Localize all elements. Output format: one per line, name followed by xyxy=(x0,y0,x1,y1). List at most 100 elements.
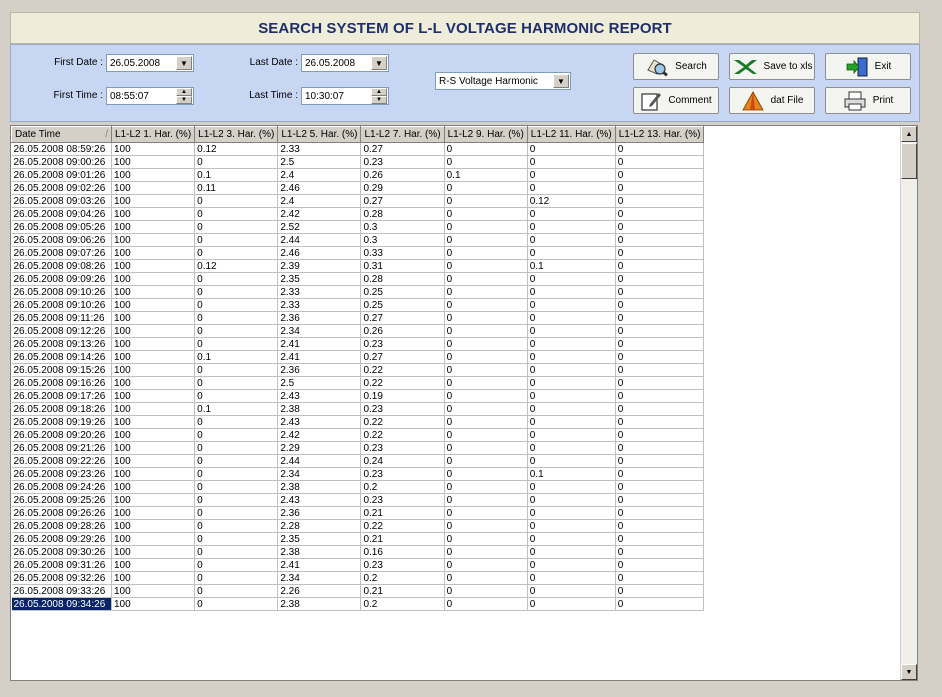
harmonic-cell[interactable]: 0 xyxy=(615,350,705,364)
harmonic-cell[interactable]: 0 xyxy=(615,168,705,182)
harmonic-cell[interactable]: 0 xyxy=(444,493,528,507)
harmonic-cell[interactable]: 0.26 xyxy=(360,324,445,338)
table-row[interactable]: 26.05.2008 09:10:26 100 0 2.33 0.25 0 0 0 xyxy=(11,285,705,299)
harmonic-cell[interactable]: 0 xyxy=(194,415,279,429)
table-row[interactable]: 26.05.2008 09:17:26 100 0 2.43 0.19 0 0 0 xyxy=(11,389,705,403)
harmonic-cell[interactable]: 100 xyxy=(111,532,196,546)
spin-down-icon[interactable]: ▼ xyxy=(176,96,192,104)
datetime-cell[interactable]: 26.05.2008 09:26:26 xyxy=(11,506,112,520)
harmonic-cell[interactable]: 0 xyxy=(194,363,279,377)
harmonic-cell[interactable]: 2.43 xyxy=(277,493,362,507)
harmonic-cell[interactable]: 0.16 xyxy=(360,545,445,559)
harmonic-cell[interactable]: 0 xyxy=(194,441,279,455)
harmonic-cell[interactable]: 0 xyxy=(444,545,528,559)
table-row[interactable]: 26.05.2008 09:18:26 100 0.1 2.38 0.23 0 0 0 xyxy=(11,402,705,416)
table-row[interactable]: 26.05.2008 09:14:26 100 0.1 2.41 0.27 0 0 0 xyxy=(11,350,705,364)
harmonic-cell[interactable]: 2.29 xyxy=(277,441,362,455)
harmonic-cell[interactable]: 0 xyxy=(444,285,528,299)
harmonic-cell[interactable]: 0 xyxy=(444,259,528,273)
harmonic-cell[interactable]: 0 xyxy=(444,519,528,533)
column-header[interactable]: L1-L2 9. Har. (%) xyxy=(443,126,528,143)
harmonic-cell[interactable]: 2.38 xyxy=(277,480,362,494)
harmonic-cell[interactable]: 0.11 xyxy=(194,181,279,195)
harmonic-cell[interactable]: 0 xyxy=(527,311,616,325)
table-row[interactable]: 26.05.2008 09:00:26 100 0 2.5 0.23 0 0 0 xyxy=(11,155,705,169)
data-grid[interactable]: Date Time / L1-L2 1. Har. (%) L1-L2 3. Har.… xyxy=(10,125,918,681)
harmonic-cell[interactable]: 0 xyxy=(615,155,705,169)
harmonic-cell[interactable]: 0 xyxy=(444,376,528,390)
datetime-cell[interactable]: 26.05.2008 09:10:26 xyxy=(11,298,112,312)
datetime-cell[interactable]: 26.05.2008 09:11:26 xyxy=(11,311,112,325)
harmonic-cell[interactable]: 0.21 xyxy=(360,532,445,546)
harmonic-cell[interactable]: 2.34 xyxy=(277,324,362,338)
table-row[interactable]: 26.05.2008 09:13:26 100 0 2.41 0.23 0 0 0 xyxy=(11,337,705,351)
harmonic-cell[interactable]: 0 xyxy=(444,389,528,403)
datetime-cell[interactable]: 26.05.2008 09:28:26 xyxy=(11,519,112,533)
harmonic-cell[interactable]: 0.21 xyxy=(360,584,445,598)
harmonic-cell[interactable]: 0 xyxy=(527,428,616,442)
harmonic-cell[interactable]: 2.46 xyxy=(277,181,362,195)
harmonic-cell[interactable]: 0 xyxy=(527,402,616,416)
harmonic-cell[interactable]: 0.2 xyxy=(360,597,445,611)
harmonic-cell[interactable]: 0 xyxy=(194,532,279,546)
spin-up-icon[interactable]: ▲ xyxy=(371,88,387,96)
table-row[interactable]: 26.05.2008 09:02:26 100 0.11 2.46 0.29 0 0 0 xyxy=(11,181,705,195)
harmonic-cell[interactable]: 0.33 xyxy=(360,246,445,260)
harmonic-cell[interactable]: 0 xyxy=(194,311,279,325)
harmonic-cell[interactable]: 0 xyxy=(527,493,616,507)
table-row[interactable]: 26.05.2008 09:10:26 100 0 2.33 0.25 0 0 0 xyxy=(11,298,705,312)
harmonic-cell[interactable]: 0 xyxy=(444,584,528,598)
harmonic-cell[interactable]: 0 xyxy=(527,142,616,156)
harmonic-cell[interactable]: 0 xyxy=(615,480,705,494)
harmonic-cell[interactable]: 0 xyxy=(194,428,279,442)
harmonic-cell[interactable]: 0 xyxy=(444,233,528,247)
column-header[interactable]: L1-L2 3. Har. (%) xyxy=(194,126,279,143)
table-row[interactable]: 26.05.2008 09:30:26 100 0 2.38 0.16 0 0 0 xyxy=(11,545,705,559)
harmonic-cell[interactable]: 100 xyxy=(111,415,196,429)
harmonic-cell[interactable]: 0 xyxy=(444,207,528,221)
harmonic-cell[interactable]: 0 xyxy=(194,597,279,611)
datetime-cell[interactable]: 26.05.2008 09:06:26 xyxy=(11,233,112,247)
table-row[interactable]: 26.05.2008 09:21:26 100 0 2.29 0.23 0 0 0 xyxy=(11,441,705,455)
harmonic-cell[interactable]: 100 xyxy=(111,311,196,325)
harmonic-cell[interactable]: 0 xyxy=(615,545,705,559)
harmonic-cell[interactable]: 0 xyxy=(444,506,528,520)
harmonic-cell[interactable]: 0 xyxy=(615,376,705,390)
harmonic-cell[interactable]: 0 xyxy=(194,506,279,520)
harmonic-cell[interactable]: 0 xyxy=(527,571,616,585)
harmonic-cell[interactable]: 0 xyxy=(527,298,616,312)
harmonic-cell[interactable]: 100 xyxy=(111,350,196,364)
harmonic-cell[interactable]: 100 xyxy=(111,259,196,273)
harmonic-cell[interactable]: 0.23 xyxy=(360,493,445,507)
harmonic-cell[interactable]: 0.23 xyxy=(360,402,445,416)
harmonic-cell[interactable]: 0.23 xyxy=(360,467,445,481)
scroll-thumb[interactable] xyxy=(901,143,917,179)
harmonic-cell[interactable]: 2.52 xyxy=(277,220,362,234)
harmonic-cell[interactable]: 100 xyxy=(111,597,196,611)
harmonic-cell[interactable]: 0 xyxy=(615,337,705,351)
harmonic-cell[interactable]: 0 xyxy=(444,402,528,416)
harmonic-cell[interactable]: 0 xyxy=(615,389,705,403)
save-to-xls-button[interactable]: Save to xls xyxy=(729,53,815,80)
column-header[interactable]: L1-L2 1. Har. (%) xyxy=(110,126,196,143)
harmonic-cell[interactable]: 0 xyxy=(615,298,705,312)
harmonic-cell[interactable]: 0 xyxy=(527,545,616,559)
first-date-picker[interactable]: 26.05.2008 ▼ xyxy=(106,54,194,72)
datetime-cell[interactable]: 26.05.2008 09:03:26 xyxy=(11,194,112,208)
harmonic-cell[interactable]: 0.28 xyxy=(360,272,445,286)
harmonic-cell[interactable]: 2.5 xyxy=(277,376,362,390)
harmonic-cell[interactable]: 0 xyxy=(527,233,616,247)
scroll-up-icon[interactable]: ▲ xyxy=(901,126,917,142)
datetime-cell[interactable]: 26.05.2008 09:20:26 xyxy=(11,428,112,442)
harmonic-cell[interactable]: 0 xyxy=(615,259,705,273)
harmonic-cell[interactable]: 0 xyxy=(527,506,616,520)
harmonic-cell[interactable]: 2.38 xyxy=(277,545,362,559)
harmonic-cell[interactable]: 0 xyxy=(194,558,279,572)
table-row[interactable]: 26.05.2008 09:16:26 100 0 2.5 0.22 0 0 0 xyxy=(11,376,705,390)
harmonic-cell[interactable]: 100 xyxy=(111,558,196,572)
harmonic-cell[interactable]: 100 xyxy=(111,428,196,442)
harmonic-cell[interactable]: 0.23 xyxy=(360,155,445,169)
harmonic-cell[interactable]: 0 xyxy=(527,415,616,429)
datetime-cell[interactable]: 26.05.2008 09:25:26 xyxy=(11,493,112,507)
table-row[interactable]: 26.05.2008 09:28:26 100 0 2.28 0.22 0 0 0 xyxy=(11,519,705,533)
